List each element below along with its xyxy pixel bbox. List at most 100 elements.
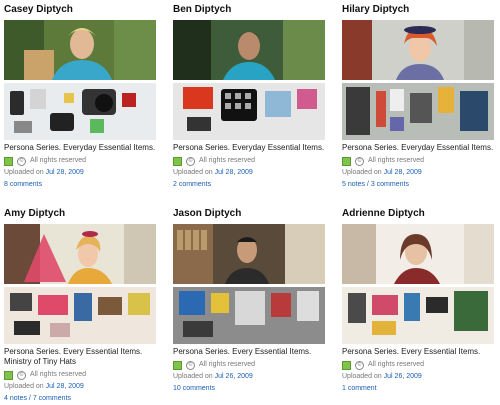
comments-link[interactable]: 7 comments <box>33 395 71 402</box>
items-photo[interactable] <box>173 83 325 140</box>
upload-info: Uploaded on Jul 28, 2009 <box>342 168 494 178</box>
card-description: Persona Series. Every Essential Items. <box>173 347 312 356</box>
rights-row: © All rights reserved <box>342 360 494 370</box>
portrait-image <box>342 224 494 284</box>
rights-row: © All rights reserved <box>173 156 325 166</box>
license-icon[interactable] <box>173 360 182 370</box>
comments-link[interactable]: 2 comments <box>173 181 211 188</box>
upload-date-link[interactable]: Jul 26, 2009 <box>215 373 253 380</box>
separator: / <box>366 181 369 188</box>
license-icon[interactable] <box>4 156 13 166</box>
comments-link[interactable]: 3 comments <box>371 181 409 188</box>
license-icon[interactable] <box>4 370 13 380</box>
items-photo[interactable] <box>173 287 325 344</box>
comments-row: 4 notes / 7 comments <box>4 394 156 404</box>
items-photo[interactable] <box>4 83 156 140</box>
photo-card-casey: Casey Diptych Persona Series. Everyday E… <box>4 4 156 190</box>
copyright-icon: © <box>355 360 364 370</box>
notes-link[interactable]: 5 notes <box>342 181 365 188</box>
rights-text: All rights reserved <box>199 157 256 164</box>
rights-row: © All rights reserved <box>342 156 494 166</box>
comments-row: 2 comments <box>173 180 325 190</box>
upload-prefix: Uploaded on <box>173 373 213 380</box>
portrait-photo[interactable] <box>342 20 494 80</box>
card-description: Persona Series. Everyday Essential Items… <box>173 143 325 152</box>
portrait-image <box>4 20 156 80</box>
copyright-icon: © <box>186 360 195 370</box>
rights-text: All rights reserved <box>368 157 425 164</box>
comments-row: 10 comments <box>173 384 325 394</box>
upload-info: Uploaded on Jul 28, 2009 <box>4 382 156 392</box>
photo-card-hilary: Hilary Diptych Persona Series. Everyday … <box>342 4 494 190</box>
rights-text: All rights reserved <box>30 371 87 378</box>
copyright-icon: © <box>17 156 26 166</box>
items-image <box>4 83 156 140</box>
notes-link[interactable]: 4 notes <box>4 395 27 402</box>
copyright-icon: © <box>17 370 26 380</box>
portrait-photo[interactable] <box>4 224 156 284</box>
card-description: Persona Series. Everyday Essential Items… <box>342 143 494 152</box>
items-photo[interactable] <box>4 287 156 344</box>
upload-prefix: Uploaded on <box>4 169 44 176</box>
portrait-photo[interactable] <box>173 224 325 284</box>
upload-prefix: Uploaded on <box>173 169 213 176</box>
card-description: Persona Series. Every Essential Items. M… <box>4 347 143 366</box>
rights-text: All rights reserved <box>199 361 256 368</box>
copyright-icon: © <box>186 156 195 166</box>
portrait-image <box>342 20 494 80</box>
items-image <box>173 287 325 344</box>
portrait-photo[interactable] <box>173 20 325 80</box>
comments-link[interactable]: 8 comments <box>4 181 42 188</box>
items-image <box>4 287 156 344</box>
items-image <box>173 83 325 140</box>
copyright-icon: © <box>355 156 364 166</box>
rights-row: © All rights reserved <box>4 370 156 380</box>
photo-card-adrienne: Adrienne Diptych Persona Series. Every E… <box>342 208 494 394</box>
photo-grid: Casey Diptych Persona Series. Everyday E… <box>0 0 500 405</box>
rights-row: © All rights reserved <box>4 156 156 166</box>
card-title[interactable]: Casey Diptych <box>4 4 156 16</box>
comments-row: 8 comments <box>4 180 156 190</box>
rights-text: All rights reserved <box>30 157 87 164</box>
portrait-image <box>4 224 156 284</box>
license-icon[interactable] <box>342 360 351 370</box>
separator: / <box>28 395 31 402</box>
card-title[interactable]: Ben Diptych <box>173 4 325 16</box>
comments-link[interactable]: 10 comments <box>173 385 215 392</box>
upload-date-link[interactable]: Jul 26, 2009 <box>384 373 422 380</box>
items-image <box>342 83 494 140</box>
card-description: Persona Series. Every Essential Items. <box>342 347 481 356</box>
upload-date-link[interactable]: Jul 28, 2009 <box>215 169 253 176</box>
card-title[interactable]: Adrienne Diptych <box>342 208 494 220</box>
items-photo[interactable] <box>342 287 494 344</box>
comments-row: 1 comment <box>342 384 494 394</box>
card-title[interactable]: Amy Diptych <box>4 208 156 220</box>
items-photo[interactable] <box>342 83 494 140</box>
portrait-photo[interactable] <box>342 224 494 284</box>
card-description: Persona Series. Everyday Essential Items… <box>4 143 156 152</box>
upload-prefix: Uploaded on <box>342 373 382 380</box>
license-icon[interactable] <box>342 156 351 166</box>
comments-link[interactable]: 1 comment <box>342 385 377 392</box>
comments-row: 5 notes / 3 comments <box>342 180 494 190</box>
portrait-photo[interactable] <box>4 20 156 80</box>
upload-date-link[interactable]: Jul 28, 2009 <box>384 169 422 176</box>
photo-card-ben: Ben Diptych Persona Series. Everyday Ess… <box>173 4 325 190</box>
upload-info: Uploaded on Jul 28, 2009 <box>173 168 325 178</box>
upload-date-link[interactable]: Jul 28, 2009 <box>46 169 84 176</box>
upload-date-link[interactable]: Jul 28, 2009 <box>46 383 84 390</box>
card-title[interactable]: Hilary Diptych <box>342 4 494 16</box>
license-icon[interactable] <box>173 156 182 166</box>
rights-row: © All rights reserved <box>173 360 325 370</box>
portrait-image <box>173 224 325 284</box>
upload-info: Uploaded on Jul 26, 2009 <box>342 372 494 382</box>
rights-text: All rights reserved <box>368 361 425 368</box>
upload-prefix: Uploaded on <box>4 383 44 390</box>
photo-card-amy: Amy Diptych Persona Series. Every Essent… <box>4 208 156 404</box>
photo-card-jason: Jason Diptych Persona Series. Every Esse… <box>173 208 325 394</box>
upload-info: Uploaded on Jul 28, 2009 <box>4 168 156 178</box>
items-image <box>342 287 494 344</box>
upload-info: Uploaded on Jul 26, 2009 <box>173 372 325 382</box>
card-title[interactable]: Jason Diptych <box>173 208 325 220</box>
upload-prefix: Uploaded on <box>342 169 382 176</box>
